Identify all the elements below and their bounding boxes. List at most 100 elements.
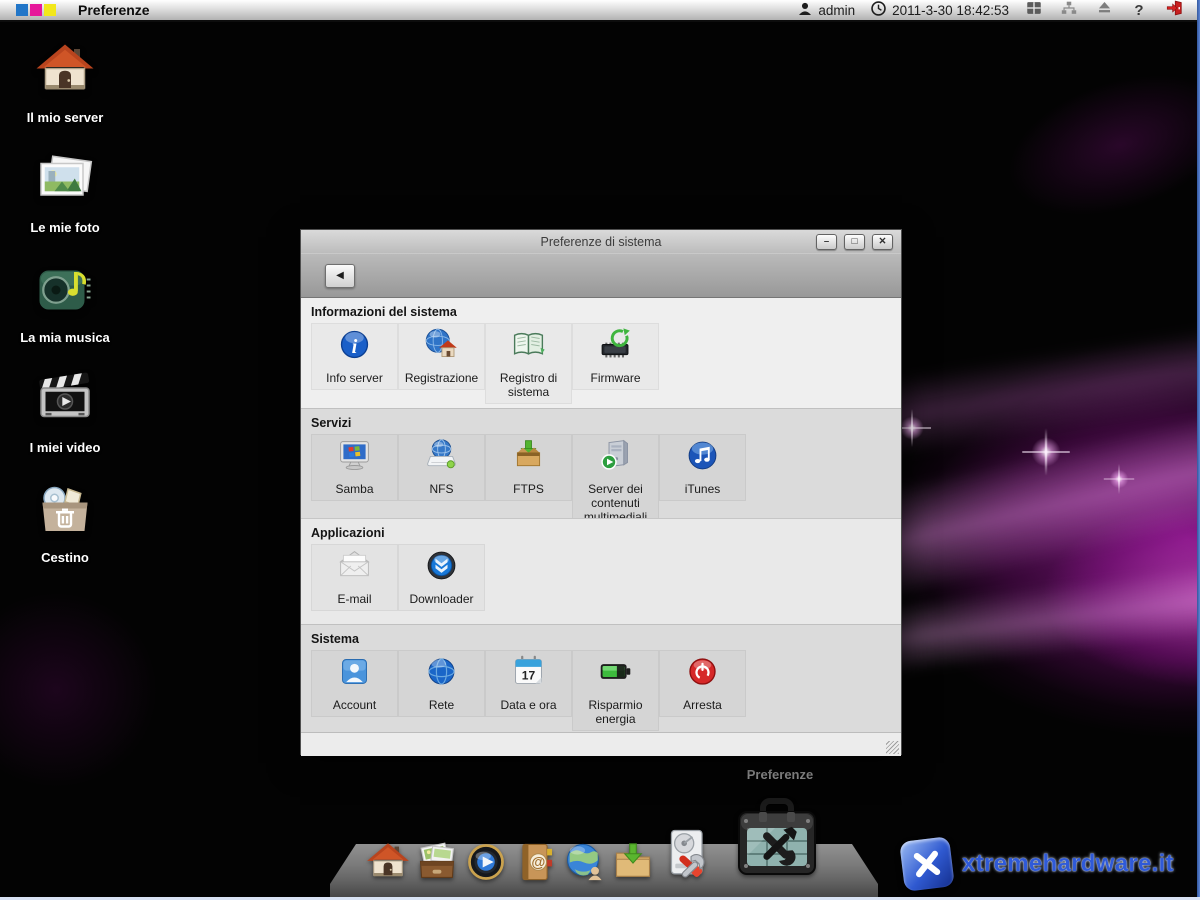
section-header: Informazioni del sistema <box>311 305 901 319</box>
dock-item-network[interactable] <box>562 840 606 884</box>
help-icon: ? <box>1134 2 1143 19</box>
pref-item-registro-di-sistema[interactable]: Registro di sistema <box>485 323 572 404</box>
pref-item-account[interactable]: Account <box>311 650 398 717</box>
email-icon <box>336 547 373 589</box>
dock-globe-icon <box>562 840 606 884</box>
pref-item-label: Data e ora <box>500 698 556 712</box>
workgroup-icon <box>1060 0 1078 22</box>
svg-text:i: i <box>352 336 358 358</box>
pref-item-risparmio-energia[interactable]: Risparmio energia <box>572 650 659 731</box>
brand-logo <box>16 4 56 16</box>
eject-button[interactable] <box>1094 2 1114 19</box>
dock-contacts-icon: @ <box>513 840 557 884</box>
section-header: Sistema <box>311 632 901 646</box>
pref-item-label: Account <box>333 698 376 712</box>
pref-item-label: Samba <box>335 482 373 496</box>
desktop-icon-my-videos[interactable]: I miei video <box>12 362 118 472</box>
section-header: Servizi <box>311 416 901 430</box>
logo-square <box>16 4 28 16</box>
account-icon <box>336 653 373 695</box>
back-button[interactable]: ◀ <box>325 264 355 288</box>
pref-item-label: Rete <box>429 698 454 712</box>
svg-text:@: @ <box>531 855 545 871</box>
pref-item-firmware[interactable]: Firmware <box>572 323 659 390</box>
section-applicazioni: Applicazioni E-mail Downloader <box>301 518 901 624</box>
dock-item-home[interactable] <box>366 840 410 884</box>
apps-grid-icon <box>1025 0 1043 22</box>
section-header: Applicazioni <box>311 526 901 540</box>
section-sistema: Sistema Account Rete 17 Data e ora Rispa… <box>301 624 901 732</box>
video-icon <box>35 362 95 435</box>
pref-item-itunes[interactable]: iTunes <box>659 434 746 501</box>
pref-item-info-server[interactable]: iInfo server <box>311 323 398 390</box>
maximize-button[interactable]: □ <box>844 234 865 250</box>
pref-item-data-e-ora[interactable]: 17 Data e ora <box>485 650 572 717</box>
sparkle-star <box>1027 433 1065 471</box>
pref-item-rete[interactable]: Rete <box>398 650 485 717</box>
pref-item-arresta[interactable]: Arresta <box>659 650 746 717</box>
system-log-icon <box>510 326 547 368</box>
clock: 2011-3-30 18:42:53 <box>870 0 1009 20</box>
pref-item-label: FTPS <box>513 482 544 496</box>
dock-item-photos[interactable] <box>415 840 459 884</box>
system-preferences-window: Preferenze di sistema –□ ✕ ◀ Informazioni… <box>300 229 902 755</box>
ftps-box-icon <box>510 437 547 479</box>
samba-monitor-icon <box>336 437 373 479</box>
nfs-drive-icon <box>423 437 460 479</box>
pref-item-ftps[interactable]: FTPS <box>485 434 572 501</box>
logged-in-user: admin <box>797 1 855 20</box>
background-streak <box>857 552 1200 678</box>
itunes-icon <box>684 437 721 479</box>
window-title: Preferenze di sistema <box>301 235 901 249</box>
logo-square <box>44 4 56 16</box>
site-watermark: xtremehardware.it <box>902 835 1194 893</box>
apps-grid-button[interactable] <box>1024 2 1044 19</box>
window-toolbar: ◀ <box>301 253 901 298</box>
dock-item-player[interactable] <box>464 840 508 884</box>
dock-item-contacts[interactable]: @ <box>513 840 557 884</box>
media-server-icon <box>597 437 634 479</box>
logout-button[interactable] <box>1164 2 1184 19</box>
background-purple-faint <box>902 0 1200 314</box>
svg-text:17: 17 <box>522 668 536 682</box>
house-icon <box>35 32 95 105</box>
top-status-bar: Preferenze admin 2011-3-30 18:42:53 ? <box>0 0 1200 22</box>
pref-item-email[interactable]: E-mail <box>311 544 398 611</box>
dock-photos-icon <box>415 840 459 884</box>
pref-item-media-server[interactable]: Server dei contenuti multimediali <box>572 434 659 529</box>
desktop-icon-label: Cestino <box>41 550 89 565</box>
window-titlebar[interactable]: Preferenze di sistema –□ ✕ <box>301 230 901 253</box>
window-status-bar <box>301 732 901 756</box>
sparkle-star <box>1107 467 1131 491</box>
pref-item-samba[interactable]: Samba <box>311 434 398 501</box>
help-button[interactable]: ? <box>1129 2 1149 19</box>
dock-download-icon <box>611 840 655 884</box>
desktop-icon-my-photos[interactable]: Le mie foto <box>12 142 118 252</box>
pref-item-label: iTunes <box>685 482 721 496</box>
registration-globe-icon <box>423 326 460 368</box>
desktop-icon-label: I miei video <box>30 440 101 455</box>
workgroup-button[interactable] <box>1059 2 1079 19</box>
resize-grip[interactable] <box>886 741 899 754</box>
minimize-button[interactable]: – <box>816 234 837 250</box>
logout-icon <box>1165 0 1183 22</box>
pref-item-nfs[interactable]: NFS <box>398 434 485 501</box>
dock-item-downloads[interactable] <box>611 840 655 884</box>
dock: @ <box>366 790 821 884</box>
watermark-text: xtremehardware.it <box>962 850 1174 878</box>
close-button[interactable]: ✕ <box>872 234 893 250</box>
pref-item-downloader[interactable]: Downloader <box>398 544 485 611</box>
pref-item-label: E-mail <box>337 592 371 606</box>
pref-item-registrazione[interactable]: Registrazione <box>398 323 485 390</box>
dock-item-disk-utility[interactable] <box>660 828 716 884</box>
desktop-icon-my-music[interactable]: La mia musica <box>12 252 118 362</box>
desktop-icon-my-server[interactable]: Il mio server <box>12 32 118 142</box>
eject-icon <box>1096 0 1113 21</box>
desktop-icon-trash[interactable]: Cestino <box>12 472 118 582</box>
photos-icon <box>35 142 95 215</box>
network-globe-icon <box>423 653 460 695</box>
dock-tooltip: Preferenze <box>700 767 860 782</box>
pref-item-label: Risparmio energia <box>574 698 657 726</box>
calendar-icon: 17 <box>510 653 547 695</box>
dock-item-preferences[interactable] <box>733 796 821 884</box>
